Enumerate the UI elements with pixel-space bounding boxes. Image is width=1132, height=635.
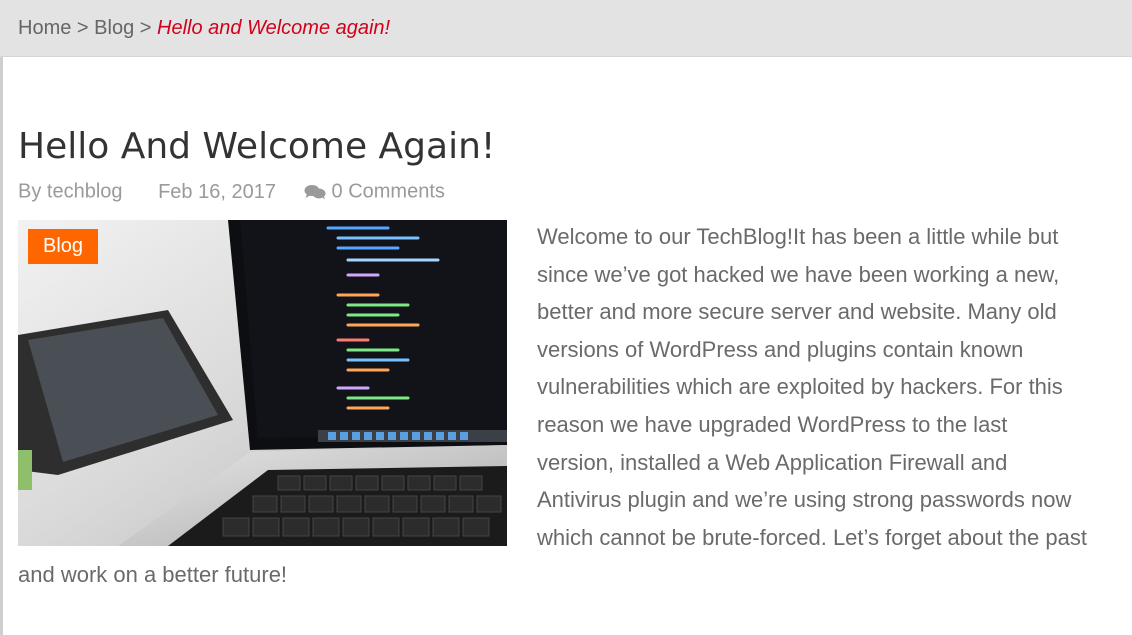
image-float-spacer xyxy=(18,218,537,548)
breadcrumb-separator: > xyxy=(139,17,152,39)
breadcrumb: Home > Blog > Hello and Welcome again! xyxy=(18,15,390,41)
breadcrumb-blog-link[interactable]: Blog xyxy=(94,17,134,39)
breadcrumb-bar: Home > Blog > Hello and Welcome again! xyxy=(0,0,1132,57)
comments-icon xyxy=(304,185,326,200)
left-border xyxy=(0,0,3,635)
post-author[interactable]: By techblog xyxy=(18,181,123,203)
post-meta: By techblog Feb 16, 2017 0 Comments xyxy=(18,179,445,204)
breadcrumb-current: Hello and Welcome again! xyxy=(157,17,391,39)
post-body: Welcome to our TechBlog!It has been a li… xyxy=(18,218,1088,594)
post-date[interactable]: Feb 16, 2017 xyxy=(158,181,276,203)
post-title[interactable]: Hello And Welcome Again! xyxy=(18,126,495,168)
breadcrumb-separator: > xyxy=(76,17,89,39)
comments-link[interactable]: 0 Comments xyxy=(304,180,445,204)
breadcrumb-home-link[interactable]: Home xyxy=(18,17,71,39)
comments-count: 0 Comments xyxy=(331,181,445,204)
